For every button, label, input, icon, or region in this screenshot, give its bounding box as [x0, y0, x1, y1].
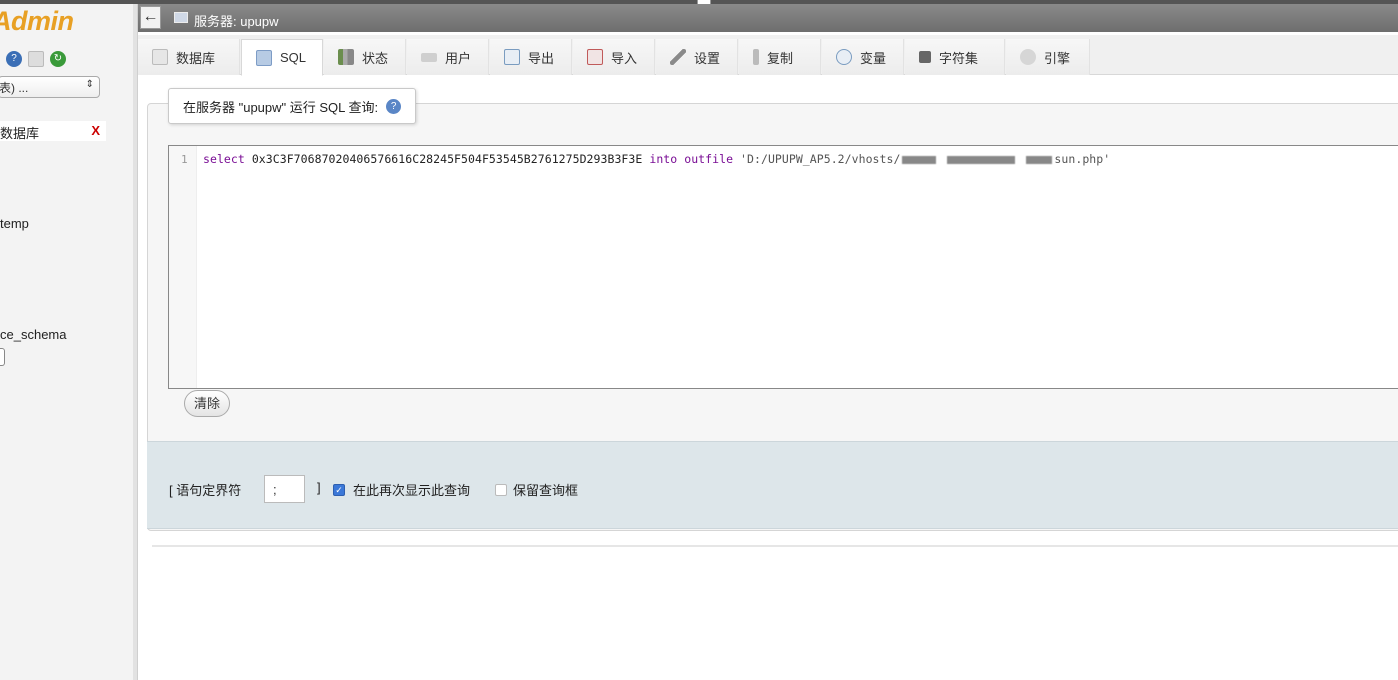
help-icon[interactable]: ? — [6, 51, 22, 67]
tab-label: 变量 — [860, 50, 887, 66]
show-query-again-checkbox[interactable]: ✓ — [333, 484, 345, 496]
redacted-text — [902, 155, 937, 164]
main-panel: ← 服务器: upupw 数据库 SQL 状态 用户 导出 导入 设置 复制 变… — [138, 4, 1398, 680]
engines-icon — [1020, 49, 1036, 65]
nav-db-item[interactable]: temp — [0, 216, 29, 231]
retain-query-box-label[interactable]: 保留查询框 — [513, 480, 578, 499]
tab-label: 用户 — [445, 50, 472, 66]
phpmyadmin-logo: Admin — [0, 6, 74, 36]
tab-status[interactable]: 状态 — [324, 39, 406, 75]
tab-label: 数据库 — [176, 50, 216, 66]
select-arrows-icon: ⇕ — [85, 79, 94, 90]
new-database-field[interactable]: 数据库 X — [0, 121, 106, 141]
database-icon — [152, 49, 168, 65]
delimiter-label-close: ] — [317, 480, 321, 495]
recent-tables-value: 表) ... — [0, 81, 29, 95]
recent-tables-select[interactable]: 表) ... ⇕ — [0, 76, 100, 98]
redacted-text — [947, 155, 1016, 164]
server-breadcrumb-bar: ← 服务器: upupw — [138, 4, 1398, 32]
tab-databases[interactable]: 数据库 — [138, 39, 240, 75]
divider — [152, 545, 1398, 547]
server-tabs: 数据库 SQL 状态 用户 导出 导入 设置 复制 变量 字符集 引擎 — [138, 35, 1398, 76]
tab-label: 设置 — [694, 50, 721, 66]
new-database-label: 数据库 — [0, 126, 40, 141]
nav-icon-row: ? ↻ — [6, 51, 66, 67]
sql-editor[interactable]: 1 select 0x3C3F70687020406576616C28245F5… — [168, 145, 1398, 389]
tab-label: 导入 — [611, 50, 638, 66]
charset-icon — [919, 51, 931, 63]
help-icon[interactable]: ? — [386, 98, 402, 114]
left-navigation: Admin ? ↻ 表) ... ⇕ 数据库 X temp ce_schema — [0, 4, 138, 680]
nav-collapse-box[interactable] — [0, 348, 5, 366]
tab-label: 导出 — [528, 50, 555, 66]
documentation-icon[interactable] — [28, 51, 44, 67]
sql-path-string-end: sun.php' — [1054, 152, 1111, 166]
sql-keyword: select — [203, 152, 245, 166]
tab-engines[interactable]: 引擎 — [1006, 39, 1090, 75]
sql-path-string: 'D:/UPUPW_AP5.2/vhosts/ — [740, 152, 901, 166]
sql-query-legend: 在服务器 "upupw" 运行 SQL 查询: ? — [168, 88, 417, 124]
settings-icon — [670, 49, 686, 65]
server-icon — [174, 12, 188, 23]
delimiter-label: [ 语句定界符 — [169, 483, 242, 498]
tab-label: SQL — [280, 50, 307, 65]
export-icon — [504, 49, 520, 65]
tab-users[interactable]: 用户 — [407, 39, 489, 75]
clear-button[interactable]: 清除 — [184, 390, 230, 417]
status-icon — [338, 49, 354, 65]
show-query-again-label[interactable]: 在此再次显示此查询 — [353, 480, 470, 499]
query-options-bar: [ 语句定界符 ; ] ✓ 在此再次显示此查询 保留查询框 — [147, 441, 1398, 529]
clear-filter-icon[interactable]: X — [91, 123, 100, 138]
sql-hex-literal: 0x3C3F70687020406576616C28245F504F53545B… — [251, 152, 643, 166]
back-arrow-icon[interactable]: ← — [140, 6, 161, 29]
tab-import[interactable]: 导入 — [573, 39, 655, 75]
tab-replication[interactable]: 复制 — [739, 39, 821, 75]
sql-keyword: into — [649, 152, 678, 166]
tab-label: 引擎 — [1044, 50, 1071, 66]
sql-icon — [256, 49, 272, 66]
tab-label: 状态 — [362, 50, 389, 66]
editor-gutter: 1 — [169, 146, 197, 388]
redacted-text — [1026, 155, 1053, 164]
tab-settings[interactable]: 设置 — [656, 39, 738, 75]
server-breadcrumb[interactable]: 服务器: upupw — [194, 11, 279, 30]
sql-query-title: 在服务器 "upupw" 运行 SQL 查询: — [183, 99, 379, 115]
tab-export[interactable]: 导出 — [490, 39, 572, 75]
delimiter-input[interactable]: ; — [264, 475, 305, 503]
reload-icon[interactable]: ↻ — [50, 51, 66, 67]
tab-label: 复制 — [767, 50, 794, 66]
import-icon — [587, 49, 603, 65]
replication-icon — [753, 49, 759, 65]
sql-code-line[interactable]: select 0x3C3F70687020406576616C28245F504… — [203, 152, 1110, 166]
users-icon — [421, 52, 437, 62]
retain-query-box-checkbox[interactable] — [495, 484, 507, 496]
tab-label: 字符集 — [939, 50, 979, 66]
tab-sql[interactable]: SQL — [241, 39, 323, 76]
nav-db-item[interactable]: ce_schema — [0, 327, 66, 342]
line-number: 1 — [181, 153, 188, 166]
tab-variables[interactable]: 变量 — [822, 39, 904, 75]
tab-charset[interactable]: 字符集 — [905, 39, 1005, 75]
sql-keyword: outfile — [684, 152, 734, 166]
variables-icon — [836, 49, 852, 65]
